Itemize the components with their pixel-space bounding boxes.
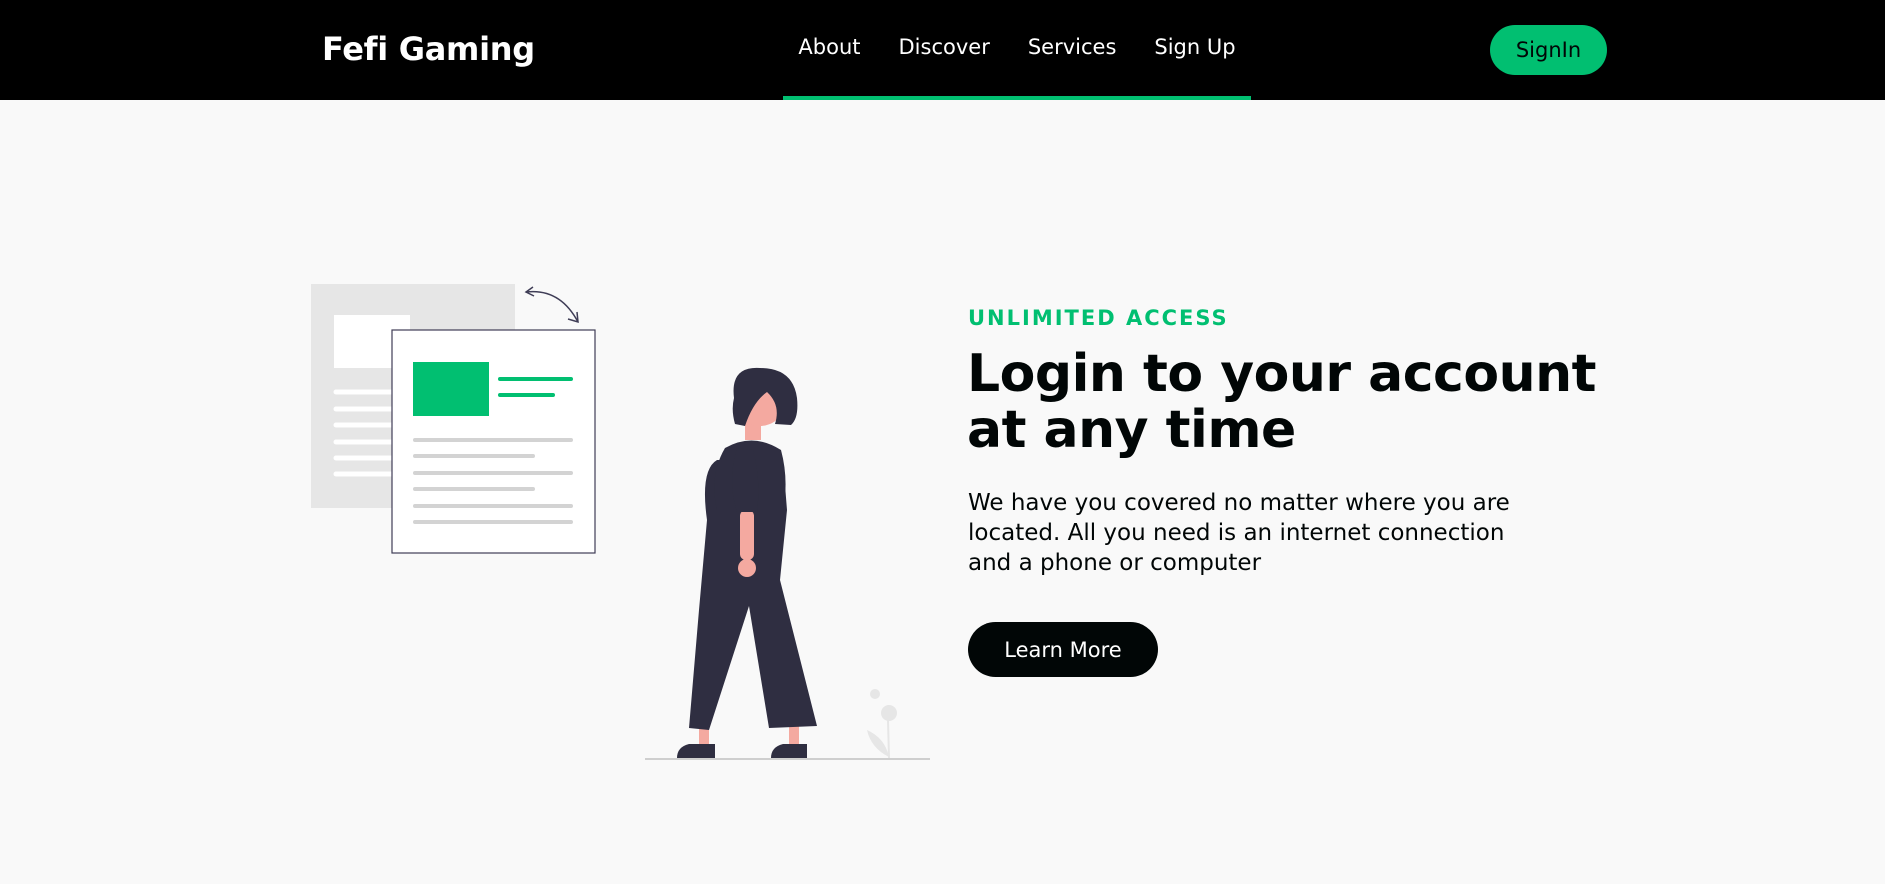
nav-link-about[interactable]: About [798,35,860,59]
nav-link-services[interactable]: Services [1028,35,1117,59]
woman-figure [677,367,817,758]
hero-topline: UNLIMITED ACCESS [968,306,1229,330]
nav-link-signup[interactable]: Sign Up [1154,35,1235,59]
hero-heading: Login to your account at any time [967,344,1596,460]
woman-with-documents-illustration [311,284,930,760]
signin-button[interactable]: SignIn [1490,25,1607,75]
nav-menu: About Discover Services Sign Up [783,0,1251,100]
plant-icon [867,689,897,759]
brand-logo[interactable]: Fefi Gaming [322,30,535,68]
navbar: Fefi Gaming About Discover Services Sign… [0,0,1885,100]
hero-subtitle: We have you covered no matter where you … [968,490,1510,576]
learn-more-button[interactable]: Learn More [968,622,1158,677]
nav-link-discover[interactable]: Discover [899,35,990,59]
